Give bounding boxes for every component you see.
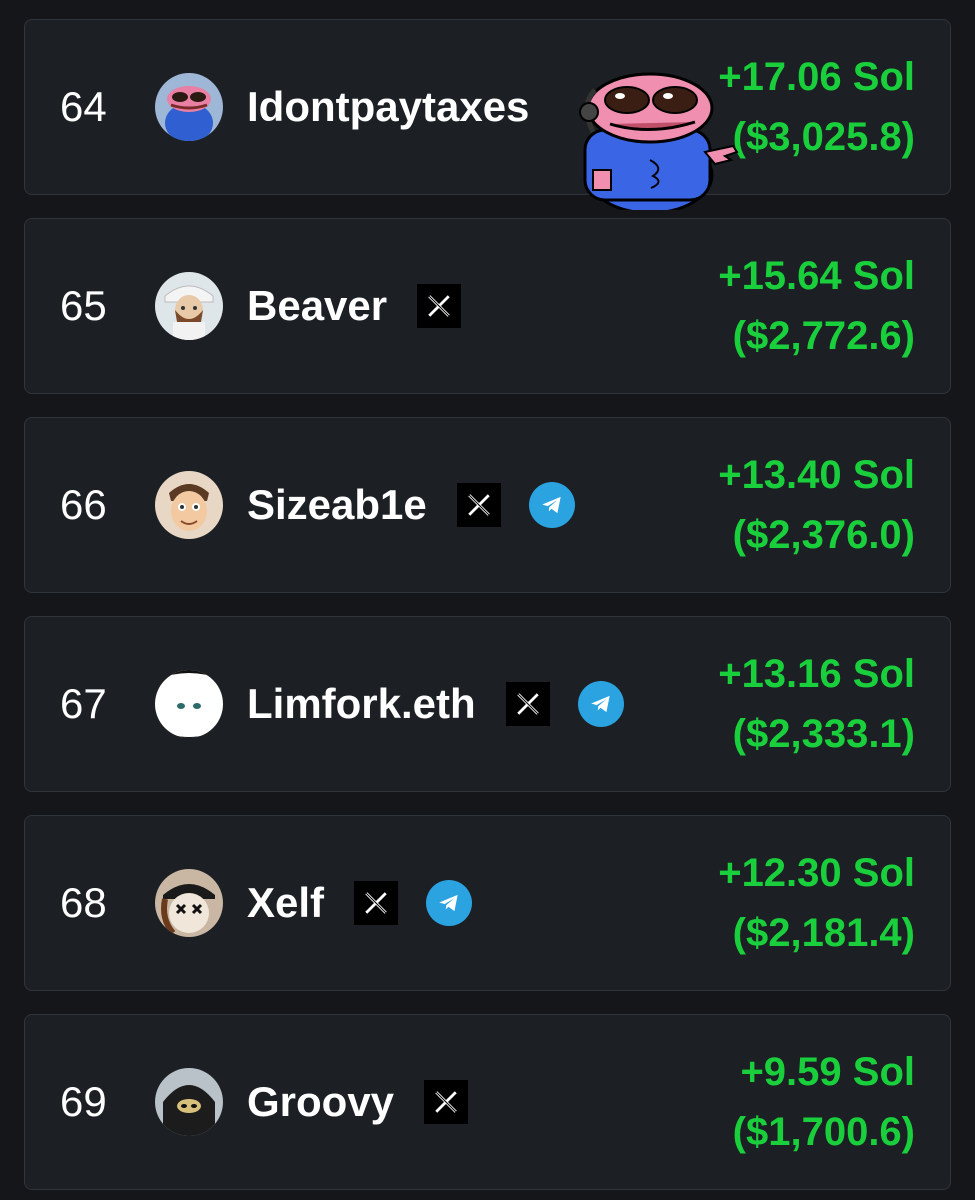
avatar[interactable] xyxy=(155,1068,223,1136)
trader-name-group: Xelf xyxy=(247,879,473,927)
x-logo-icon[interactable] xyxy=(417,284,462,328)
profit-sol: +15.64 Sol xyxy=(718,254,915,298)
x-logo-icon[interactable] xyxy=(456,483,501,527)
leaderboard-list: 64 Idontpaytaxes +17.06 Sol ($3,025.8) 6… xyxy=(24,19,951,1200)
avatar[interactable] xyxy=(155,869,223,937)
avatar[interactable] xyxy=(155,670,223,738)
profit-sol: +9.59 Sol xyxy=(740,1050,915,1094)
trader-name-group: Limfork.eth xyxy=(247,680,624,728)
profit-usd: ($2,376.0) xyxy=(732,513,915,557)
leaderboard-row[interactable]: 66 Sizeab1e +13.40 Sol ($2,376.0) xyxy=(24,417,951,593)
avatar[interactable] xyxy=(155,471,223,539)
profit-value: +15.64 Sol ($2,772.6) xyxy=(718,246,915,366)
rank-number: 69 xyxy=(60,1078,107,1125)
trader-name-group: Groovy xyxy=(247,1078,469,1126)
profit-sol: +17.06 Sol xyxy=(718,55,915,99)
leaderboard-row[interactable]: 67 Limfork.eth +13.16 Sol ($2,333.1) xyxy=(24,616,951,792)
trader-name[interactable]: Beaver xyxy=(247,282,387,330)
telegram-icon[interactable] xyxy=(577,681,624,727)
rank-number: 68 xyxy=(60,879,107,926)
rank-number: 65 xyxy=(60,282,107,329)
leaderboard-row[interactable]: 64 Idontpaytaxes +17.06 Sol ($3,025.8) xyxy=(24,19,951,210)
profit-sol: +13.40 Sol xyxy=(718,453,915,497)
profit-usd: ($2,772.6) xyxy=(732,314,915,358)
profit-value: +17.06 Sol ($3,025.8) xyxy=(718,47,915,167)
trader-name-group: Sizeab1e xyxy=(247,481,575,529)
rank-number: 64 xyxy=(60,83,107,130)
profit-usd: ($2,181.4) xyxy=(732,911,915,955)
x-logo-icon[interactable] xyxy=(354,881,399,925)
profit-value: +12.30 Sol ($2,181.4) xyxy=(718,843,915,963)
trader-name[interactable]: Groovy xyxy=(247,1078,394,1126)
profit-usd: ($3,025.8) xyxy=(732,115,915,159)
trader-name[interactable]: Idontpaytaxes xyxy=(247,83,529,131)
rank-number: 66 xyxy=(60,481,107,528)
profit-usd: ($1,700.6) xyxy=(732,1110,915,1154)
profit-usd: ($2,333.1) xyxy=(732,712,915,756)
pepe-sticker xyxy=(579,72,739,210)
profit-value: +13.16 Sol ($2,333.1) xyxy=(718,644,915,764)
leaderboard-row[interactable]: 69 Groovy +9.59 Sol ($1,700.6) xyxy=(24,1014,951,1190)
trader-name-group: Beaver xyxy=(247,282,462,330)
avatar[interactable] xyxy=(155,272,223,340)
leaderboard-row[interactable]: 68 Xelf +12.30 Sol ($2,181.4) xyxy=(24,815,951,991)
trader-name[interactable]: Xelf xyxy=(247,879,324,927)
profit-value: +9.59 Sol ($1,700.6) xyxy=(733,1042,915,1162)
telegram-icon[interactable] xyxy=(528,482,575,528)
profit-value: +13.40 Sol ($2,376.0) xyxy=(718,445,915,565)
x-logo-icon[interactable] xyxy=(424,1080,469,1124)
x-logo-icon[interactable] xyxy=(505,682,550,726)
telegram-icon[interactable] xyxy=(426,880,473,926)
leaderboard-row[interactable]: 65 Beaver +15.64 Sol ($2,772.6) xyxy=(24,218,951,394)
avatar[interactable] xyxy=(155,73,223,141)
profit-sol: +12.30 Sol xyxy=(718,851,915,895)
trader-name-group: Idontpaytaxes xyxy=(247,83,529,131)
rank-number: 67 xyxy=(60,680,107,727)
trader-name[interactable]: Limfork.eth xyxy=(247,680,476,728)
trader-name[interactable]: Sizeab1e xyxy=(247,481,427,529)
profit-sol: +13.16 Sol xyxy=(718,652,915,696)
